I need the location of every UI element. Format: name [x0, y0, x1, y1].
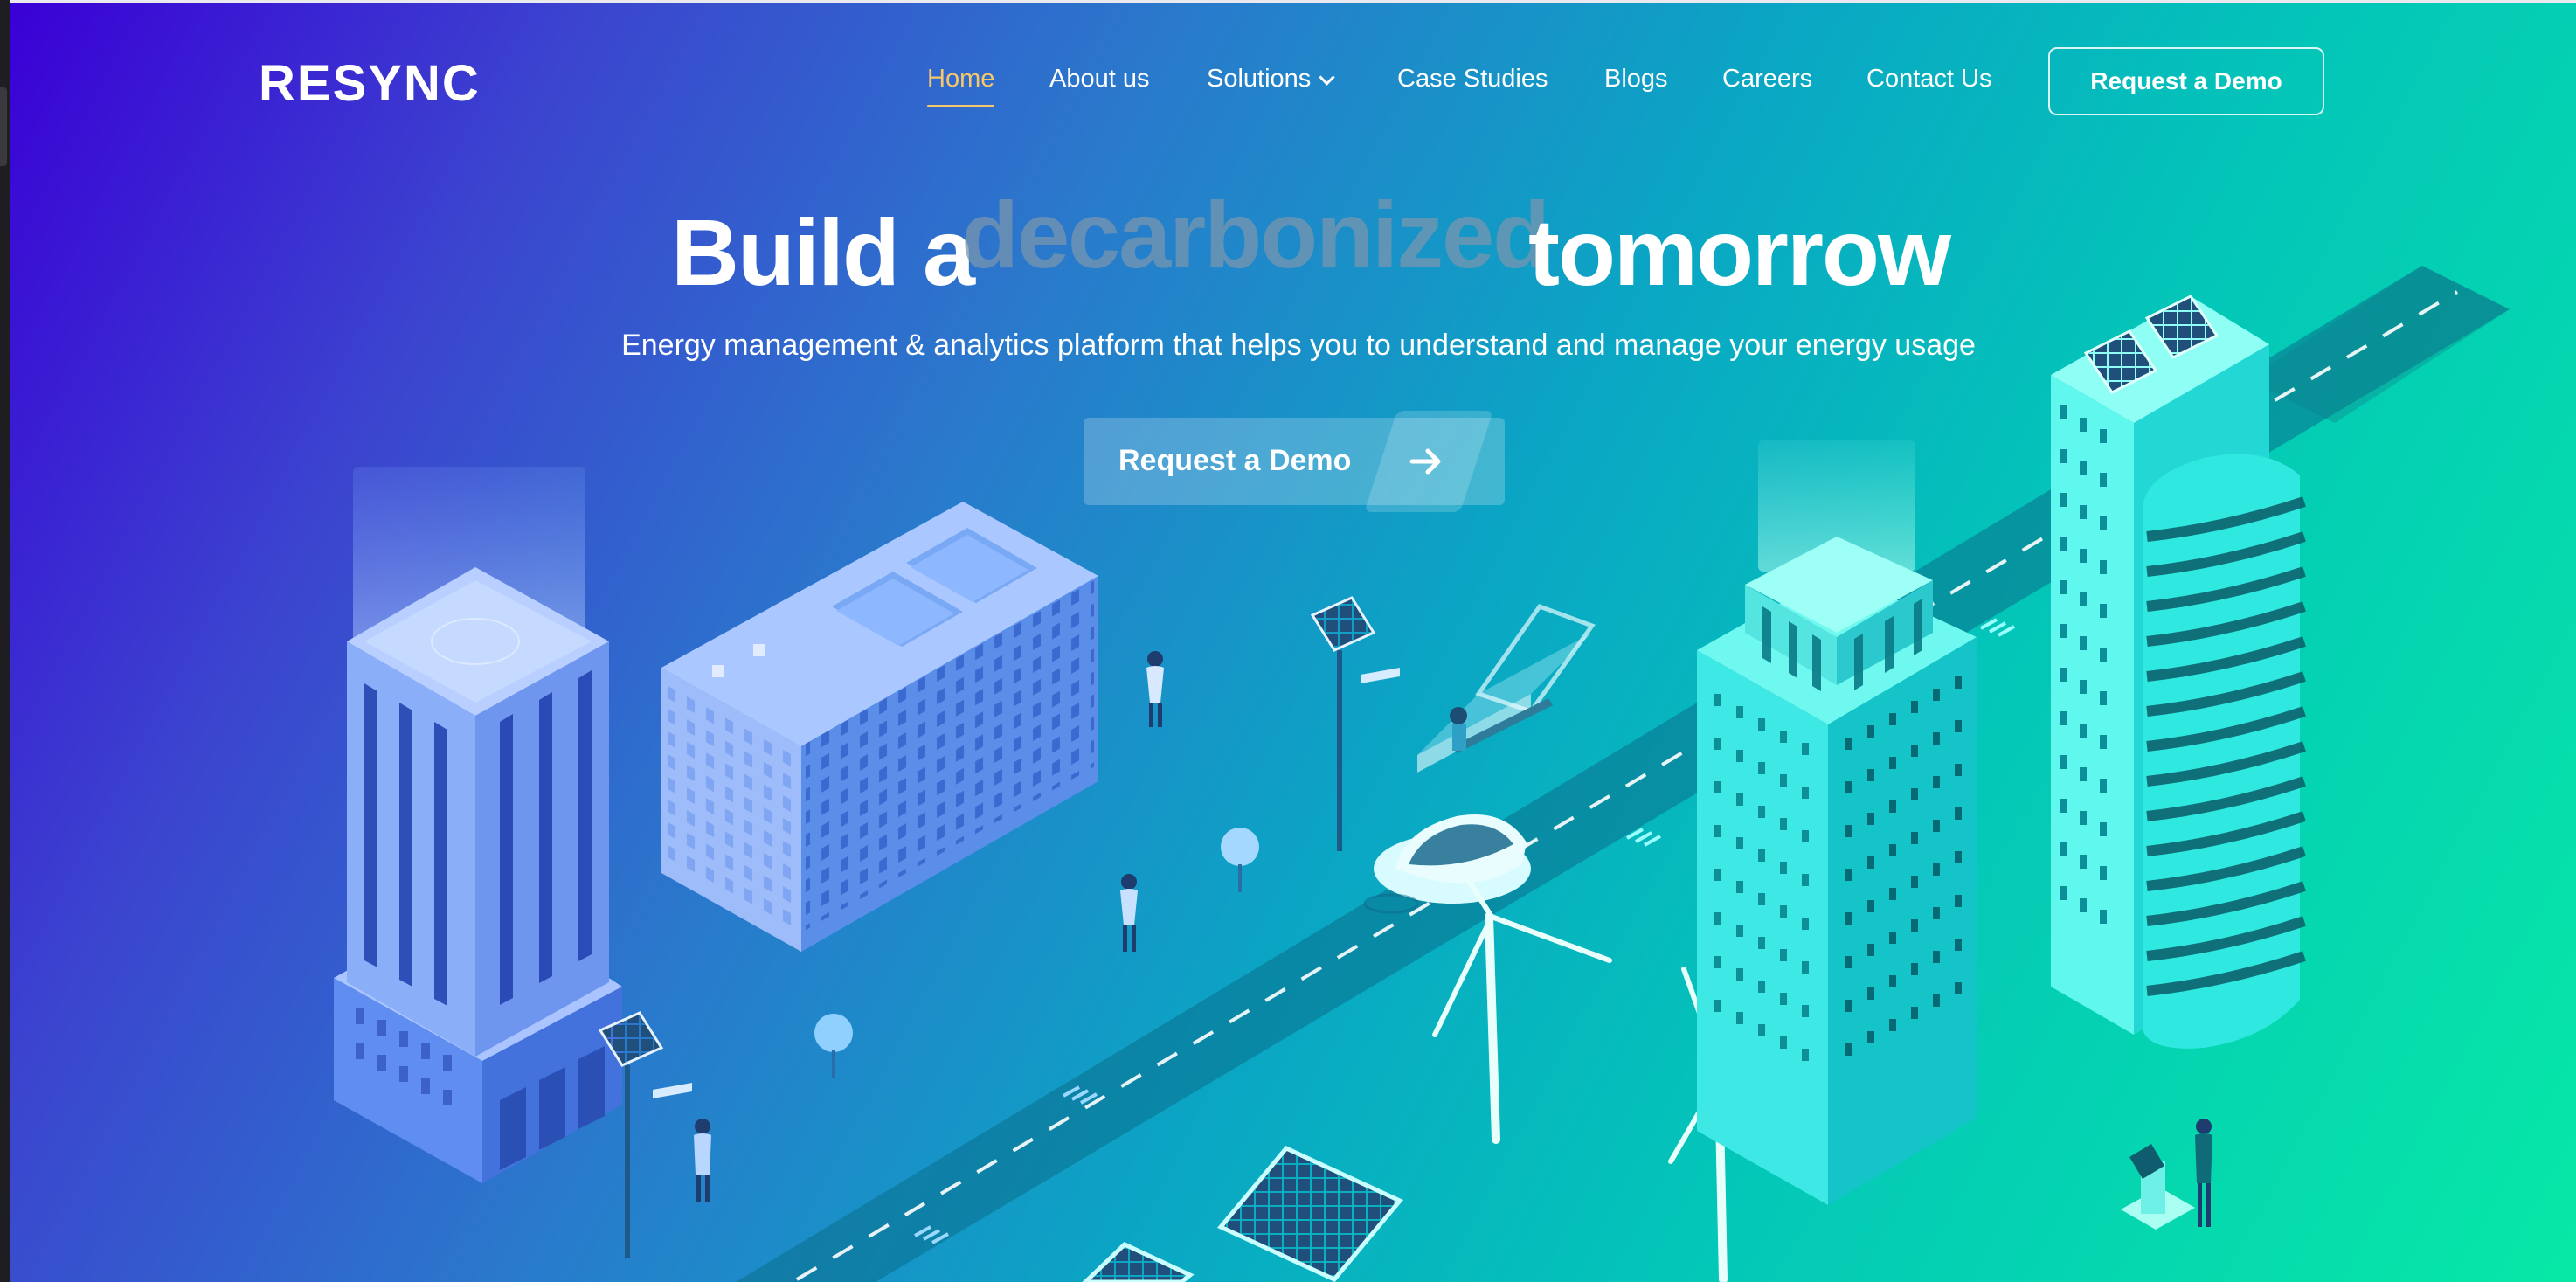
hero-cta-label: Request a Demo [1118, 444, 1352, 477]
active-indicator [927, 105, 995, 107]
ev-charger [2121, 1144, 2195, 1230]
nav-item-label: Careers [1722, 65, 1813, 93]
nav-item-label: Blogs [1604, 65, 1668, 93]
ground-solar-panels [1082, 1145, 1404, 1282]
arrow-right-icon [1409, 448, 1441, 475]
hero-headline: Build a decarbonized tomorrow [10, 182, 2576, 311]
window-edge [0, 0, 10, 1282]
nav-item-contact[interactable]: Contact Us [1866, 65, 1991, 94]
nav-item-about[interactable]: About us [1049, 65, 1149, 94]
request-demo-nav-button[interactable]: Request a Demo [2048, 47, 2324, 115]
hero-section: RESYNC Home About us Solutions Case Stud… [10, 3, 2576, 1282]
brand-logo[interactable]: RESYNC [259, 54, 481, 113]
nav-item-label: Case Studies [1397, 65, 1548, 93]
left-tower [334, 467, 622, 1183]
request-demo-hero-button[interactable]: Request a Demo [1084, 411, 1505, 512]
nav-item-solutions[interactable]: Solutions [1207, 65, 1336, 94]
scroll-handle[interactable] [0, 87, 7, 166]
nav-item-case-studies[interactable]: Case Studies [1397, 65, 1548, 94]
nav-item-label: Contact Us [1866, 65, 1992, 93]
chevron-down-icon [1319, 69, 1336, 86]
headline-start: Build a [671, 199, 975, 305]
headline-end: tomorrow [1528, 199, 1951, 305]
wide-building [661, 502, 1098, 952]
nav-item-home[interactable]: Home [927, 65, 995, 107]
right-tower [2051, 295, 2306, 1049]
teal-tower [1697, 440, 1977, 1205]
nav-item-blogs[interactable]: Blogs [1604, 65, 1668, 94]
headline-rotating-word: decarbonized [961, 182, 1550, 288]
nav-item-label: Solutions [1207, 65, 1312, 93]
bus-stop [1417, 603, 1596, 773]
nav-item-label: Home [927, 65, 995, 93]
nav-item-label: About us [1049, 65, 1150, 93]
nav-item-careers[interactable]: Careers [1722, 65, 1812, 94]
hero-subtitle: Energy management & analytics platform t… [621, 329, 1976, 362]
browser-viewport: RESYNC Home About us Solutions Case Stud… [0, 0, 2576, 1282]
